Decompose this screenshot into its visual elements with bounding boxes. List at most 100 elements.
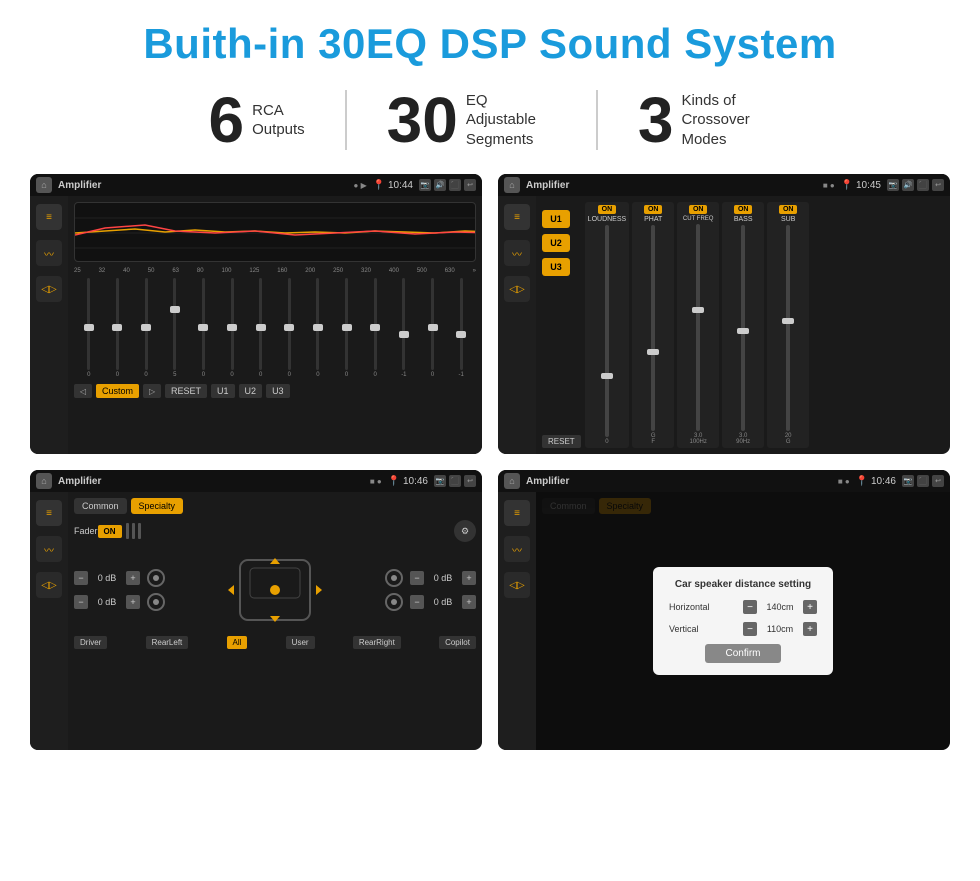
eq-track-11[interactable]: [374, 278, 377, 370]
fader-left-top-minus[interactable]: −: [74, 571, 88, 585]
fader-driver-btn[interactable]: Driver: [74, 636, 107, 649]
eq-track-14[interactable]: [460, 278, 463, 370]
fader-rearleft-btn[interactable]: RearLeft: [146, 636, 189, 649]
fader-tab-specialty[interactable]: Specialty: [131, 498, 184, 514]
dialog-sidebar-wave-icon[interactable]: 〰: [504, 536, 530, 562]
fader-all-btn[interactable]: All: [227, 636, 248, 649]
fader-user-btn[interactable]: User: [286, 636, 315, 649]
amp-cutfreq-thumb[interactable]: [692, 307, 704, 313]
eq-thumb-13[interactable]: [428, 324, 438, 331]
dialog-horizontal-plus[interactable]: +: [803, 600, 817, 614]
eq-thumb-7[interactable]: [256, 324, 266, 331]
fader-on-button[interactable]: ON: [98, 525, 122, 538]
dialog-vertical-row: Vertical − 110cm +: [669, 622, 817, 636]
fader-rearright-btn[interactable]: RearRight: [353, 636, 401, 649]
eq-track-5[interactable]: [202, 278, 205, 370]
amp-u1-btn[interactable]: U1: [542, 210, 570, 228]
amp-bass-track[interactable]: [741, 225, 745, 431]
eq-track-1[interactable]: [87, 278, 90, 370]
fader-tab-common[interactable]: Common: [74, 498, 127, 514]
amp-phat-track[interactable]: [651, 225, 655, 431]
eq-thumb-11[interactable]: [370, 324, 380, 331]
eq-thumb-6[interactable]: [227, 324, 237, 331]
fader-tabs: Common Specialty: [74, 498, 476, 514]
eq-track-8[interactable]: [288, 278, 291, 370]
amp-phat-freq: F: [651, 439, 655, 445]
eq-thumb-8[interactable]: [284, 324, 294, 331]
fader-right-bottom-db: 0 dB: [428, 597, 458, 607]
dialog-vertical-minus[interactable]: −: [743, 622, 757, 636]
amp-status-icons: 📷 🔊 ⬛ ↩: [887, 179, 944, 191]
eq-track-7[interactable]: [259, 278, 262, 370]
amp-sub-thumb[interactable]: [782, 318, 794, 324]
amp-bass-on[interactable]: ON: [734, 205, 753, 214]
dialog-home-icon: ⌂: [504, 473, 520, 489]
eq-u1-btn[interactable]: U1: [211, 384, 235, 398]
eq-thumb-14[interactable]: [456, 331, 466, 338]
eq-custom-btn[interactable]: Custom: [96, 384, 139, 398]
eq-u3-btn[interactable]: U3: [266, 384, 290, 398]
eq-thumb-2[interactable]: [112, 324, 122, 331]
amp-sidebar-eq-icon[interactable]: ≡: [504, 204, 530, 230]
dialog-horizontal-minus[interactable]: −: [743, 600, 757, 614]
dialog-sidebar-speaker-icon[interactable]: ◁▷: [504, 572, 530, 598]
amp-phat-on[interactable]: ON: [644, 205, 663, 214]
fader-copilot-btn[interactable]: Copilot: [439, 636, 476, 649]
amp-loudness-thumb[interactable]: [601, 373, 613, 379]
eq-u2-btn[interactable]: U2: [239, 384, 263, 398]
eq-thumb-5[interactable]: [198, 324, 208, 331]
eq-sidebar-speaker-icon[interactable]: ◁▷: [36, 276, 62, 302]
eq-track-2[interactable]: [116, 278, 119, 370]
eq-graph: [74, 202, 476, 262]
eq-slider-10: 0: [334, 278, 360, 378]
dialog-vertical-plus[interactable]: +: [803, 622, 817, 636]
amp-cutfreq-track[interactable]: [696, 224, 700, 431]
amp-sidebar-speaker-icon[interactable]: ◁▷: [504, 276, 530, 302]
fader-sidebar-eq-icon[interactable]: ≡: [36, 500, 62, 526]
dialog-sidebar-eq-icon[interactable]: ≡: [504, 500, 530, 526]
eq-reset-btn[interactable]: RESET: [165, 384, 207, 398]
dialog-confirm-button[interactable]: Confirm: [705, 644, 780, 663]
amp-sidebar-wave-icon[interactable]: 〰: [504, 240, 530, 266]
fader-eq-icon[interactable]: ⚙: [454, 520, 476, 542]
eq-thumb-9[interactable]: [313, 324, 323, 331]
eq-sidebar-wave-icon[interactable]: 〰: [36, 240, 62, 266]
eq-track-13[interactable]: [431, 278, 434, 370]
eq-next-btn[interactable]: ▷: [143, 384, 161, 398]
fader-sidebar-wave-icon[interactable]: 〰: [36, 536, 62, 562]
amp-sub-track[interactable]: [786, 225, 790, 431]
amp-sub-on[interactable]: ON: [779, 205, 798, 214]
eq-thumb-4[interactable]: [170, 306, 180, 313]
eq-thumb-1[interactable]: [84, 324, 94, 331]
eq-thumb-3[interactable]: [141, 324, 151, 331]
fader-right-top-plus[interactable]: +: [462, 571, 476, 585]
fader-status-bar: ⌂ Amplifier ■ ● 📍 10:46 📷 ⬛ ↩: [30, 470, 482, 492]
amp-loudness-track[interactable]: [605, 225, 609, 437]
eq-track-12[interactable]: [402, 278, 405, 370]
dialog-vertical-value: 110cm: [760, 624, 800, 634]
eq-thumb-12[interactable]: [399, 331, 409, 338]
fader-left-top-plus[interactable]: +: [126, 571, 140, 585]
amp-u3-btn[interactable]: U3: [542, 258, 570, 276]
fader-right-top-minus[interactable]: −: [410, 571, 424, 585]
amp-phat-thumb[interactable]: [647, 349, 659, 355]
fader-right-bottom-minus[interactable]: −: [410, 595, 424, 609]
fader-left-bottom-plus[interactable]: +: [126, 595, 140, 609]
fader-right-bottom-plus[interactable]: +: [462, 595, 476, 609]
fader-left-bottom-minus[interactable]: −: [74, 595, 88, 609]
eq-track-6[interactable]: [231, 278, 234, 370]
eq-track-10[interactable]: [345, 278, 348, 370]
eq-track-4[interactable]: [173, 278, 176, 370]
eq-thumb-10[interactable]: [342, 324, 352, 331]
fader-sidebar-speaker-icon[interactable]: ◁▷: [36, 572, 62, 598]
amp-cutfreq-on[interactable]: ON: [689, 205, 708, 214]
eq-prev-btn[interactable]: ◁: [74, 384, 92, 398]
amp-u2-btn[interactable]: U2: [542, 234, 570, 252]
amp-loudness-on[interactable]: ON: [598, 205, 617, 214]
eq-track-3[interactable]: [145, 278, 148, 370]
amp-reset-btn[interactable]: RESET: [542, 435, 581, 448]
amp-bass-thumb[interactable]: [737, 328, 749, 334]
eq-track-9[interactable]: [316, 278, 319, 370]
amp-cutfreq-label: CUT FREQ: [683, 216, 714, 222]
eq-sidebar-eq-icon[interactable]: ≡: [36, 204, 62, 230]
